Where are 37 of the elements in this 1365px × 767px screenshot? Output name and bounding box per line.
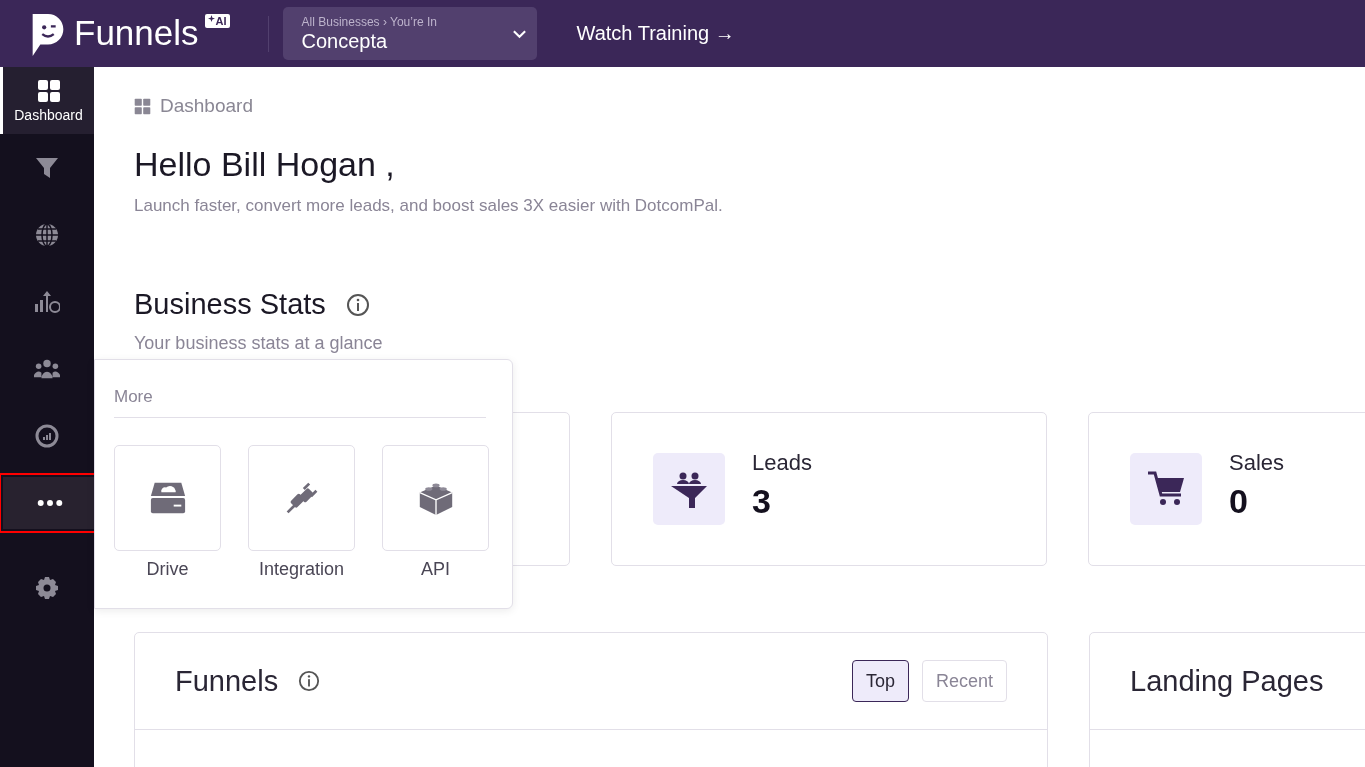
sidebar-item[interactable]: Dashboard — [0, 67, 94, 134]
menu-tile[interactable] — [382, 445, 489, 551]
section-subtitle: Your business stats at a glance — [134, 333, 384, 354]
menu-tile[interactable] — [248, 445, 355, 551]
stat-value: 3 — [752, 481, 772, 521]
chevron-down-icon — [511, 28, 527, 39]
sparkle-icon — [207, 14, 215, 22]
menu-tile-label: Integration — [258, 559, 345, 580]
settings-icon — [34, 575, 60, 600]
section-title: Business Stats — [134, 288, 326, 321]
breadcrumb[interactable]: Dashboard — [160, 95, 253, 117]
info-icon[interactable] — [345, 292, 370, 317]
menu-title: More — [114, 387, 486, 418]
grid-icon — [35, 78, 62, 103]
globe-icon — [34, 222, 60, 247]
brand-name: Funnels — [74, 11, 199, 54]
more-icon — [37, 499, 63, 507]
cloud-drive-icon — [148, 480, 187, 516]
panel-title: Funnels — [175, 664, 279, 698]
watch-training-link[interactable]: Watch Training → — [576, 22, 735, 45]
business-switcher[interactable]: All Businesses › You’re In Concepta — [282, 7, 537, 60]
menu-tile-label: Drive — [146, 559, 189, 580]
tagline: Launch faster, convert more leads, and boost sales 3X easier with DotcomPal. — [134, 196, 724, 216]
panel-title: Landing Pages — [1130, 664, 1324, 698]
menu-tile[interactable] — [114, 445, 221, 551]
greeting: Hello Bill Hogan , — [134, 145, 396, 184]
stat-label: Leads — [752, 449, 812, 476]
stat-label: Sales — [1229, 449, 1285, 476]
menu-tile-label: API — [421, 559, 450, 580]
tab[interactable]: Top — [851, 660, 909, 702]
ai-badge: AI — [204, 13, 230, 28]
grid-icon — [134, 97, 151, 115]
tab[interactable]: Recent — [921, 660, 1007, 702]
stat-value: 0 — [1229, 481, 1249, 521]
info-icon[interactable] — [298, 670, 321, 692]
funnel-icon — [34, 155, 60, 180]
gauge-icon — [34, 423, 60, 448]
